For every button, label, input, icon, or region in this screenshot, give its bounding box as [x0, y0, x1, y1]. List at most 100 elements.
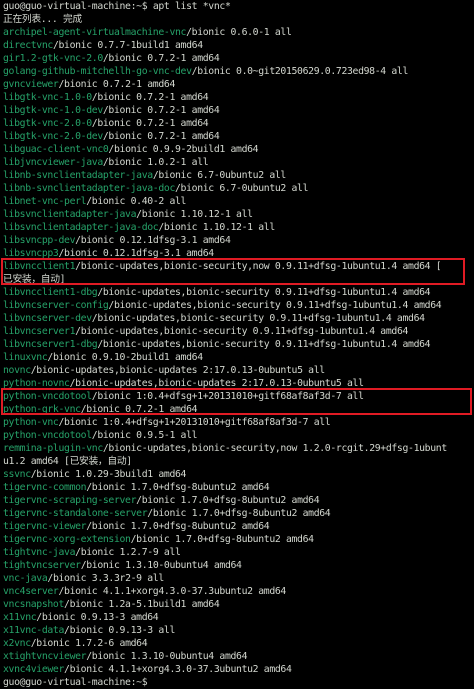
- package-info: /bionic 4.1.1+xorg4.3.0-37.3ubuntu2 amd6…: [64, 664, 292, 675]
- package-row: libsvnclientadapter-java-doc/bionic 1.10…: [3, 221, 275, 234]
- package-info: /bionic-updates,bionic-security,now 0.9.…: [75, 261, 442, 272]
- package-info: /bionic 0.12.1dfsg-3.1 amd64: [75, 235, 231, 246]
- package-name: python-vncdotool: [3, 391, 92, 402]
- package-info: /bionic 0.7.2-1 amd64: [102, 105, 220, 116]
- package-row: libjvncviewer-java/bionic 1.0.2-1 all: [3, 156, 209, 169]
- package-name: vncsnapshot: [3, 599, 65, 610]
- package-info: /bionic 1.0.29-3build1 amd64: [30, 469, 187, 480]
- package-info: /bionic 1.10.12-1 all: [136, 209, 253, 220]
- package-name: tigervnc-scraping-server: [3, 495, 137, 506]
- package-name: libguac-client-vnc0: [3, 144, 109, 155]
- package-name: golang-github-mitchellh-go-vnc-dev: [3, 66, 192, 77]
- package-name: libvncclient1: [3, 261, 76, 272]
- package-row: tigervnc-scraping-server/bionic 1.7.0+df…: [3, 494, 320, 507]
- package-info: /bionic 1.2a-5.1build1 amd64: [64, 599, 220, 610]
- package-name: libvncserver1-dbg: [3, 339, 98, 350]
- package-info: /bionic 0.0~git20150629.0.723ed98-4 all: [191, 66, 409, 77]
- package-info: /bionic 0.9.10-2build1 amd64: [47, 352, 203, 363]
- package-row: gir1.2-gtk-vnc-2.0/bionic 0.7.2-1 amd64: [3, 52, 220, 65]
- package-row: libgtk-vnc-1.0-dev/bionic 0.7.2-1 amd64: [3, 104, 220, 117]
- package-row: vnc-java/bionic 3.3.3r2-9 all: [3, 572, 164, 585]
- package-row: remmina-plugin-vnc/bionic-updates,bionic…: [3, 442, 447, 455]
- package-row: libsvncpp-dev/bionic 0.12.1dfsg-3.1 amd6…: [3, 234, 231, 247]
- package-name: libgtk-vnc-2.0-dev: [3, 131, 103, 142]
- terminal-window[interactable]: guo@guo-virtual-machine:~$ apt list *vnc…: [0, 0, 474, 688]
- package-row: libnb-svnclientadapter-java-doc/bionic 6…: [3, 182, 309, 195]
- package-name: ssvnc: [3, 469, 31, 480]
- package-name: gvncviewer: [3, 79, 59, 90]
- package-row: libvncserver-config/bionic-updates,bioni…: [3, 299, 442, 312]
- package-row: ssvnc/bionic 1.0.29-3build1 amd64: [3, 468, 186, 481]
- package-row: archipel-agent-virtualmachine-vnc/bionic…: [3, 26, 292, 39]
- package-name: python-vncdotool: [3, 430, 92, 441]
- package-name: libnb-svnclientadapter-java: [3, 170, 153, 181]
- package-row: python-vncdotool/bionic 1:0.4+dfsg+1+201…: [3, 390, 364, 403]
- package-info: /bionic 1.7.0+dfsg-8ubuntu2 amd64: [130, 534, 314, 545]
- package-row: tigervnc-common/bionic 1.7.0+dfsg-8ubunt…: [3, 481, 270, 494]
- package-name: xvnc4viewer: [3, 664, 65, 675]
- command-line: guo@guo-virtual-machine:~$ apt list *vnc…: [3, 0, 231, 13]
- package-info: /bionic-updates,bionic-security 0.9.11+d…: [97, 287, 431, 298]
- package-name: gir1.2-gtk-vnc-2.0: [3, 53, 103, 64]
- package-row: libsvnclientadapter-java/bionic 1.10.12-…: [3, 208, 253, 221]
- package-row: libguac-client-vnc0/bionic 0.9.9-2build1…: [3, 143, 259, 156]
- package-info: /bionic 0.12.1dfsg-3.1 amd64: [58, 248, 214, 259]
- package-info: /bionic 1.7.0+dfsg-8ubuntu2 amd64: [86, 482, 270, 493]
- package-row: libvncserver-dev/bionic-updates,bionic-s…: [3, 312, 425, 325]
- package-name: tigervnc-viewer: [3, 521, 87, 532]
- package-info: /bionic 1:0.4+dfsg+1+20131010+gitf68af8a…: [91, 391, 364, 402]
- package-info: /bionic 0.7.2-1 amd64: [102, 131, 220, 142]
- package-name: archipel-agent-virtualmachine-vnc: [3, 27, 187, 38]
- package-name: libvncclient1-dbg: [3, 287, 98, 298]
- package-name: vnc-java: [3, 573, 48, 584]
- final-prompt: guo@guo-virtual-machine:~$: [3, 677, 148, 688]
- package-info: /bionic 0.9.13-3 all: [64, 625, 175, 636]
- package-name: libvncserver-dev: [3, 313, 92, 324]
- package-name: python-vnc: [3, 417, 59, 428]
- package-row: libgtk-vnc-1.0-0/bionic 0.7.2-1 amd64: [3, 91, 209, 104]
- package-name: tigervnc-xorg-extension: [3, 534, 131, 545]
- status-line: 正在列表... 完成: [3, 14, 82, 25]
- package-info: 已安装，自动]: [3, 274, 66, 285]
- package-row: libgtk-vnc-2.0-dev/bionic 0.7.2-1 amd64: [3, 130, 220, 143]
- package-info: /bionic-updates,bionic-security,now 1.2.…: [102, 443, 447, 454]
- package-row: libvncclient1/bionic-updates,bionic-secu…: [3, 260, 442, 273]
- package-name: libgtk-vnc-1.0-0: [3, 92, 92, 103]
- package-info: /bionic 6.7-0ubuntu2 all: [152, 170, 287, 181]
- package-name: tigervnc-common: [3, 482, 87, 493]
- package-name: x11vnc-data: [3, 625, 65, 636]
- package-row: tigervnc-standalone-server/bionic 1.7.0+…: [3, 507, 331, 520]
- package-info: /bionic-updates,bionic-updates 2:17.0.13…: [30, 365, 325, 376]
- package-info: /bionic 0.9.9-2build1 amd64: [108, 144, 259, 155]
- package-info: /bionic 0.7.2-1 amd64: [91, 118, 209, 129]
- package-row: tightvnc-java/bionic 1.2.7-9 all: [3, 546, 181, 559]
- package-row: golang-github-mitchellh-go-vnc-dev/bioni…: [3, 65, 408, 78]
- package-name: directvnc: [3, 40, 53, 51]
- package-row: x11vnc-data/bionic 0.9.13-3 all: [3, 624, 175, 637]
- package-row: tightvncserver/bionic 1.3.10-0ubuntu4 am…: [3, 559, 242, 572]
- package-name: tigervnc-standalone-server: [3, 508, 148, 519]
- package-name: xtightvncviewer: [3, 651, 87, 662]
- package-name: libnet-vnc-perl: [3, 196, 87, 207]
- command-text: apt list *vnc*: [152, 1, 231, 12]
- package-info: /bionic 0.40-2 all: [86, 196, 187, 207]
- package-row: xvnc4viewer/bionic 4.1.1+xorg4.3.0-37.3u…: [3, 663, 292, 676]
- package-info: /bionic 1.7.0+dfsg-8ubuntu2 amd64: [86, 521, 270, 532]
- package-info: /bionic-updates,bionic-security 0.9.11+d…: [75, 326, 409, 337]
- package-name: novnc: [3, 365, 31, 376]
- package-info: /bionic 1.3.10-0ubuntu4 amd64: [86, 651, 248, 662]
- package-info: /bionic 0.6.0-1 all: [186, 27, 292, 38]
- package-row: python-novnc/bionic-updates,bionic-updat…: [3, 377, 364, 390]
- package-info: /bionic 0.7.2-1 amd64: [102, 53, 220, 64]
- package-name: tightvnc-java: [3, 547, 76, 558]
- package-info: /bionic 6.7-0ubuntu2 all: [175, 183, 309, 194]
- package-info: /bionic-updates,bionic-security 0.9.11+d…: [97, 339, 431, 350]
- package-info: /bionic 0.9.5-1 all: [91, 430, 198, 441]
- package-info: /bionic 1.10.12-1 all: [158, 222, 275, 233]
- package-name: python-novnc: [3, 378, 70, 389]
- package-row: linuxvnc/bionic 0.9.10-2build1 amd64: [3, 351, 203, 364]
- package-info: /bionic 1:0.4+dfsg+1+20131010+gitf68af8a…: [58, 417, 331, 428]
- package-row: python-vncdotool/bionic 0.9.5-1 all: [3, 429, 198, 442]
- package-row: directvnc/bionic 0.7.7-1build1 amd64: [3, 39, 203, 52]
- package-name: tightvncserver: [3, 560, 81, 571]
